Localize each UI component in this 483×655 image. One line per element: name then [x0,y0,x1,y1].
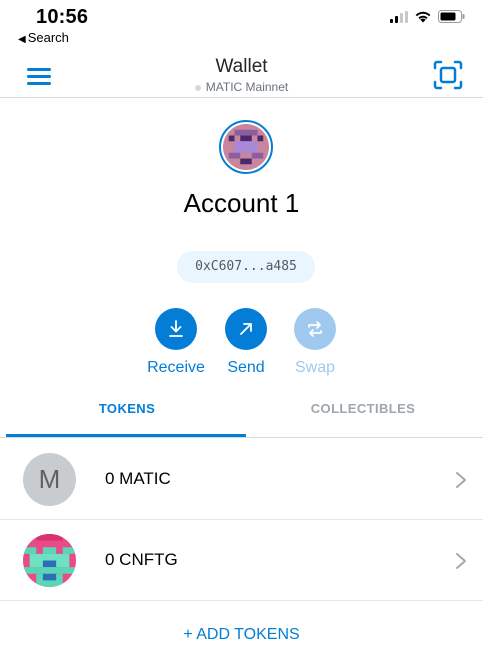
matic-token-icon: M [23,453,76,506]
page-title: Wallet [215,56,268,77]
account-name[interactable]: Account 1 [0,188,483,219]
swap-button[interactable]: Swap [285,308,345,377]
receive-button[interactable]: Receive [146,308,206,377]
tab-collectibles[interactable]: COLLECTIBLES [242,392,483,438]
send-button[interactable]: Send [216,308,276,377]
network-status-dot [194,84,201,91]
account-avatar[interactable] [219,120,273,174]
token-balance: 0 CNFTG [105,550,178,569]
swap-circle [294,308,336,350]
navbar: Wallet MATIC Mainnet [0,48,483,98]
chevron-right-icon [456,472,466,488]
active-tab-indicator [6,434,246,437]
status-time: 10:56 [36,6,89,28]
network-name: MATIC Mainnet [205,80,289,94]
swap-icon [308,321,322,337]
receive-circle [155,308,197,350]
back-triangle-icon: ◀ [18,34,26,45]
send-circle [225,308,267,350]
account-address[interactable]: 0xC607...a485 [177,251,315,283]
battery-icon [438,10,465,23]
network-indicator[interactable]: MATIC Mainnet [0,80,483,94]
back-label: Search [27,30,69,45]
qr-scan-icon[interactable] [433,60,463,90]
status-bar: 10:56 ◀ Search [0,0,483,48]
signal-icon [390,10,408,23]
chevron-right-icon [456,553,466,569]
token-row-cnftg[interactable]: 0 CNFTG [0,520,483,601]
back-to-search-link[interactable]: ◀ Search [18,30,69,45]
swap-label: Swap [294,359,336,376]
arrow-up-right-icon [240,323,252,335]
tab-tokens[interactable]: TOKENS [6,392,248,438]
download-icon [169,320,183,337]
receive-label: Receive [147,359,205,376]
token-row-matic[interactable]: M 0 MATIC [0,439,483,520]
wifi-icon [415,11,431,23]
asset-tabs: TOKENS COLLECTIBLES [0,392,483,438]
status-icons [390,10,465,23]
send-label: Send [227,359,265,376]
identicon-avatar [223,124,269,170]
token-balance: 0 MATIC [105,469,171,488]
cnftg-token-icon [23,534,76,587]
add-tokens-button[interactable]: + ADD TOKENS [0,626,483,644]
